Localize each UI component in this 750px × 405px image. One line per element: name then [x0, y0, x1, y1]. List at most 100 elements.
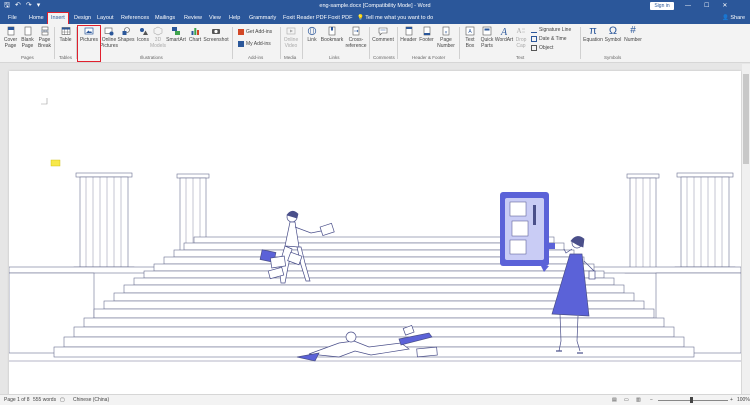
sign-in-button[interactable]: Sign in — [650, 2, 674, 10]
web-layout-icon[interactable]: ▥ — [636, 395, 641, 405]
text-box-button[interactable]: A Text Box — [462, 26, 478, 49]
lightbulb-icon: 💡 — [357, 15, 364, 21]
number-button[interactable]: # Number — [623, 26, 643, 44]
cross-reference-label: Cross- reference — [345, 37, 367, 49]
group-separator — [280, 27, 281, 59]
drop-cap-button[interactable]: A Drop Cap — [514, 26, 528, 49]
close-button[interactable]: ✕ — [722, 0, 727, 12]
word-count-status[interactable]: 555 words — [33, 395, 56, 405]
scrollbar-thumb[interactable] — [743, 74, 749, 164]
online-pictures-label: Online Pictures — [99, 37, 119, 49]
pi-icon: π — [589, 25, 597, 37]
calendar-icon — [531, 36, 537, 42]
group-separator — [54, 27, 55, 59]
page-break-button[interactable]: Page Break — [37, 26, 52, 49]
online-video-label: Online Video — [283, 37, 299, 49]
zoom-slider[interactable] — [658, 400, 728, 401]
symbol-label: Symbol — [604, 37, 622, 43]
zoom-level[interactable]: 100% — [737, 395, 750, 405]
tab-mailings[interactable]: Mailings — [155, 13, 175, 24]
blank-page-label: Blank Page — [21, 37, 34, 49]
share-button[interactable]: 👤 Share — [722, 14, 745, 22]
screenshot-button[interactable]: Screenshot — [203, 26, 229, 44]
signature-line-button[interactable]: Signature Line — [531, 27, 571, 33]
table-icon — [61, 27, 70, 35]
page-break-icon — [40, 26, 49, 36]
header-button[interactable]: Header — [400, 26, 417, 44]
group-separator — [459, 27, 460, 59]
tab-references[interactable]: References — [121, 13, 149, 24]
ribbon-tabs: File Home Insert Design Layout Reference… — [0, 12, 750, 25]
tell-me-search[interactable]: 💡 Tell me what you want to do — [357, 13, 433, 24]
language-status[interactable]: Chinese (China) — [73, 395, 109, 405]
table-button[interactable]: Table — [57, 26, 74, 44]
equation-button[interactable]: π Equation — [583, 26, 603, 44]
shapes-button[interactable]: Shapes — [118, 26, 134, 44]
group-label-illustrations: Illustrations — [140, 55, 163, 60]
text-box-label: Text Box — [465, 37, 475, 49]
footer-button[interactable]: Footer — [418, 26, 435, 44]
get-addins-label: Get Add-ins — [246, 29, 273, 35]
document-area[interactable] — [0, 64, 742, 394]
page-count-status[interactable]: Page 1 of 8 — [4, 395, 30, 405]
screenshot-icon — [212, 29, 220, 34]
get-addins-button[interactable]: Get Add-ins — [238, 29, 272, 35]
tell-me-text: Tell me what you want to do — [365, 15, 434, 21]
tab-foxit-reader-pdf[interactable]: Foxit Reader PDF — [283, 13, 327, 24]
tab-design[interactable]: Design — [74, 13, 91, 24]
date-time-button[interactable]: Date & Time — [531, 36, 567, 42]
cross-reference-button[interactable]: Cross- reference — [345, 26, 367, 49]
document-page[interactable] — [8, 71, 742, 394]
print-layout-icon[interactable]: ▭ — [624, 395, 629, 405]
zoom-out-icon[interactable]: − — [650, 395, 653, 405]
bookmark-icon — [328, 26, 336, 36]
tab-file[interactable]: File — [8, 13, 17, 24]
my-addins-button[interactable]: My Add-ins — [238, 41, 271, 47]
smartart-button[interactable]: SmartArt — [166, 26, 186, 44]
zoom-in-icon[interactable]: + — [730, 395, 733, 405]
zoom-slider-thumb[interactable] — [690, 397, 693, 403]
maximize-button[interactable]: ☐ — [704, 0, 709, 12]
link-label: Link — [307, 37, 317, 43]
minimize-button[interactable]: — — [685, 0, 691, 12]
tab-review[interactable]: Review — [184, 13, 202, 24]
object-label: Object — [539, 45, 554, 51]
online-video-button[interactable]: Online Video — [283, 26, 299, 49]
tab-home[interactable]: Home — [29, 13, 44, 24]
cover-page-button[interactable]: Cover Page — [3, 26, 18, 49]
3d-models-button[interactable]: 3D Models — [150, 26, 166, 49]
symbol-button[interactable]: Ω Symbol — [604, 26, 622, 44]
tab-view[interactable]: View — [209, 13, 221, 24]
read-mode-icon[interactable]: ▤ — [612, 395, 617, 405]
signature-icon — [531, 27, 537, 33]
tab-layout[interactable]: Layout — [97, 13, 114, 24]
online-pictures-button[interactable]: Online Pictures — [99, 26, 119, 49]
my-addins-label: My Add-ins — [246, 41, 271, 47]
comment-button[interactable]: Comment — [372, 26, 394, 44]
icons-button[interactable]: Icons — [136, 26, 150, 44]
equation-label: Equation — [583, 37, 603, 43]
tab-insert[interactable]: Insert — [47, 12, 69, 25]
tab-grammarly[interactable]: Grammarly — [249, 13, 276, 24]
group-label-media: Media — [284, 55, 297, 60]
status-bar: Page 1 of 8 555 words ▢ Chinese (China) … — [0, 394, 750, 405]
drop-cap-label: Drop Cap — [515, 37, 527, 49]
chart-button[interactable]: Chart — [188, 26, 202, 44]
chart-icon — [191, 28, 199, 35]
object-button[interactable]: Object — [531, 45, 553, 51]
proofing-icon[interactable]: ▢ — [60, 395, 65, 405]
date-time-label: Date & Time — [539, 36, 567, 42]
group-separator — [397, 27, 398, 59]
page-number-button[interactable]: # Page Number — [436, 26, 456, 49]
tab-foxit-pdf[interactable]: Foxit PDF — [328, 13, 352, 24]
quick-parts-button[interactable]: Quick Parts — [479, 26, 495, 49]
bookmark-button[interactable]: Bookmark — [320, 26, 344, 44]
store-icon — [238, 29, 244, 35]
wordart-button[interactable]: A WordArt — [495, 26, 513, 44]
vertical-scrollbar[interactable] — [742, 64, 750, 394]
tab-help[interactable]: Help — [229, 13, 240, 24]
blank-page-button[interactable]: Blank Page — [20, 26, 35, 49]
link-button[interactable]: Link — [305, 26, 319, 44]
cover-page-label: Cover Page — [3, 37, 18, 49]
footer-label: Footer — [419, 37, 434, 43]
